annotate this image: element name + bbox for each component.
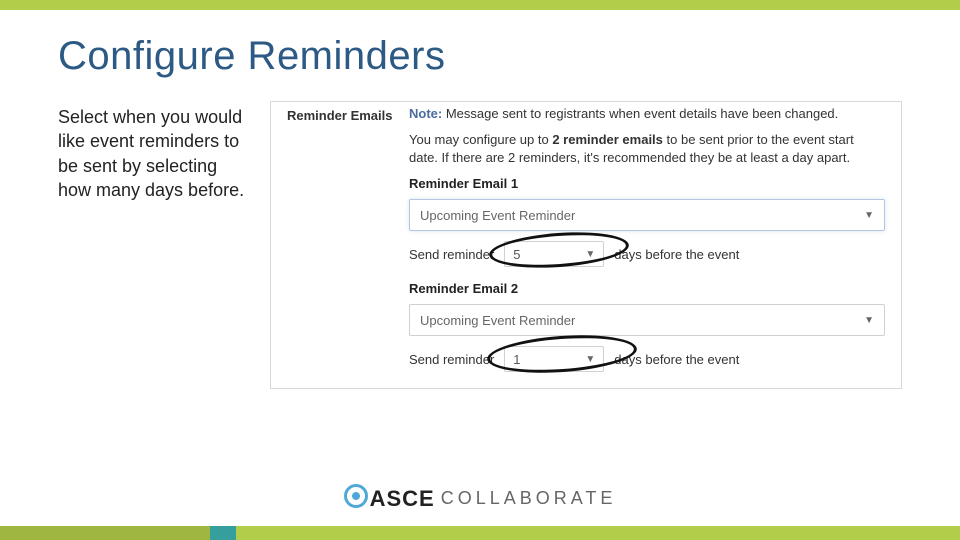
reminder-1-template-select[interactable]: Upcoming Event Reminder ▼ [409, 199, 885, 231]
reminder-1-days-row: Send reminder 5 ▼ days before the event [409, 241, 885, 267]
reminder-2-days-row: Send reminder 1 ▼ days before the event [409, 346, 885, 372]
reminder-2-days-select[interactable]: 1 ▼ [504, 346, 604, 372]
info-block: You may configure up to 2 reminder email… [409, 131, 885, 166]
brand-subtext: COLLABORATE [441, 488, 617, 509]
reminder-1-template-value: Upcoming Event Reminder [420, 208, 575, 223]
brand-logo: ASCE [344, 484, 435, 512]
note-label: Note: [409, 106, 442, 121]
send-reminder-label: Send reminder [409, 247, 494, 262]
reminder-2-template-select[interactable]: Upcoming Event Reminder ▼ [409, 304, 885, 336]
bottom-accent-bars [0, 526, 960, 540]
chevron-down-icon: ▼ [864, 210, 874, 221]
note-line: Note: Message sent to registrants when e… [409, 106, 885, 121]
reminder-2-days-value: 1 [513, 352, 520, 367]
chevron-down-icon: ▼ [585, 249, 595, 260]
reminder-1-heading: Reminder Email 1 [409, 176, 885, 191]
top-accent-bar [0, 0, 960, 10]
reminder-1-days-value: 5 [513, 247, 520, 262]
instruction-text: Select when you would like event reminde… [58, 101, 248, 202]
page-title: Configure Reminders [58, 34, 902, 79]
footer: ASCE COLLABORATE [0, 470, 960, 540]
days-before-label: days before the event [614, 247, 739, 262]
days-before-label: days before the event [614, 352, 739, 367]
note-text: Message sent to registrants when event d… [446, 106, 838, 121]
chevron-down-icon: ▼ [864, 315, 874, 326]
send-reminder-label: Send reminder [409, 352, 494, 367]
chevron-down-icon: ▼ [585, 354, 595, 365]
reminder-1-days-select[interactable]: 5 ▼ [504, 241, 604, 267]
reminder-2-heading: Reminder Email 2 [409, 281, 885, 296]
reminders-panel: Reminder Emails Note: Message sent to re… [270, 101, 902, 389]
reminder-2-template-value: Upcoming Event Reminder [420, 313, 575, 328]
side-label: Reminder Emails [287, 102, 409, 376]
